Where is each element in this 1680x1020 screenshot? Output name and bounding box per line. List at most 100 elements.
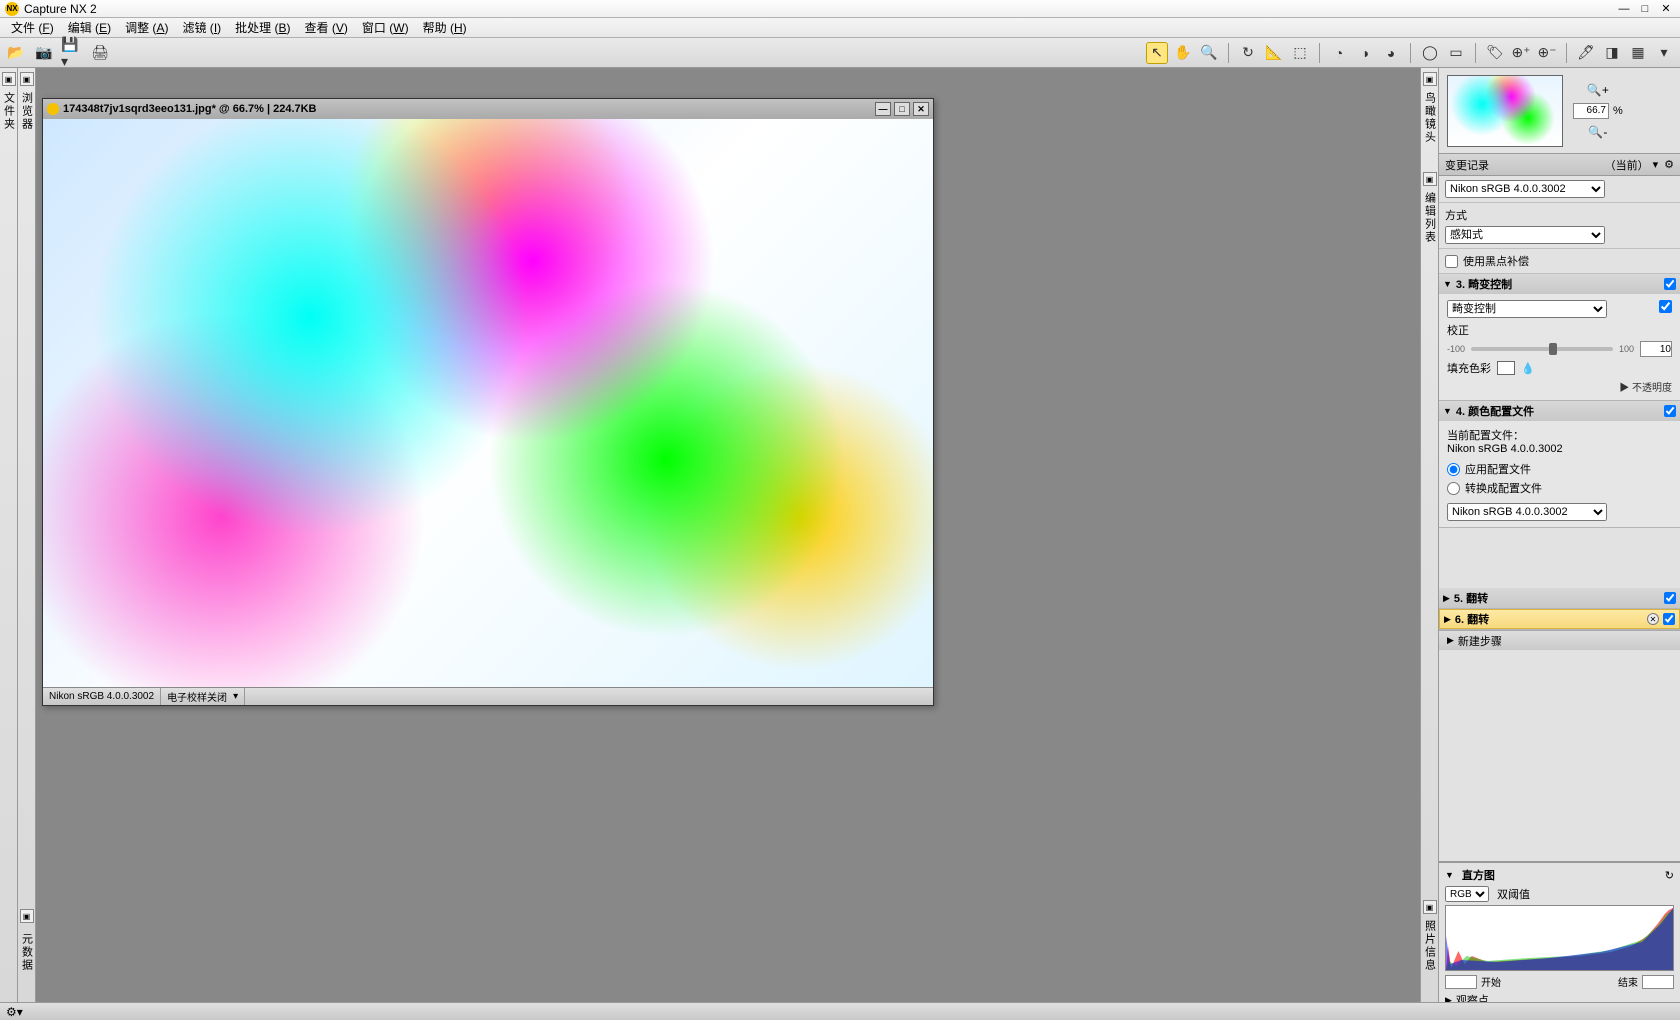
rail-collapse-icon[interactable]: ▣ (20, 909, 34, 923)
collapse-icon[interactable]: ▼ (1445, 870, 1454, 880)
zoom-input[interactable] (1573, 103, 1609, 119)
doc-close-button[interactable]: ✕ (913, 102, 929, 116)
refresh-icon[interactable]: ↻ (1665, 869, 1674, 882)
correction-value[interactable] (1640, 341, 1672, 357)
correction-slider[interactable] (1471, 347, 1613, 351)
doc-maximize-button[interactable]: □ (894, 102, 910, 116)
window-maximize-button[interactable]: □ (1636, 2, 1654, 16)
eyedropper-icon[interactable]: 💧 (1521, 362, 1535, 375)
step-3-header[interactable]: ▼ 3. 畸变控制 (1439, 274, 1680, 294)
plus-point-tool[interactable]: ⊕⁺ (1510, 42, 1532, 64)
collapse-icon[interactable]: ▼ (1443, 279, 1452, 289)
rotate-tool[interactable]: ↻ (1237, 42, 1259, 64)
brush-tool[interactable]: 🖊 (1575, 42, 1597, 64)
step-5-header[interactable]: ▶ 5. 翻转 (1439, 588, 1680, 608)
step-5-title: 5. 翻转 (1454, 590, 1488, 606)
menu-help[interactable]: 帮助 (H) (417, 17, 473, 38)
apply-profile-radio[interactable]: 应用配置文件 (1447, 461, 1672, 477)
menu-batch[interactable]: 批处理 (B) (229, 17, 296, 38)
method-select[interactable]: 感知式 (1445, 226, 1605, 244)
dropdown-icon[interactable]: ▾ (1653, 158, 1659, 171)
rail-collapse-icon[interactable]: ▣ (20, 72, 34, 86)
fill-tool[interactable]: ▦ (1627, 42, 1649, 64)
zoom-tool[interactable]: 🔍 (1198, 42, 1220, 64)
crop-tool[interactable]: ⬚ (1289, 42, 1311, 64)
rail-collapse-icon[interactable]: ▣ (1423, 72, 1437, 86)
settings-gear-icon[interactable]: ⚙▾ (6, 1005, 23, 1019)
rail-collapse-icon[interactable]: ▣ (1423, 900, 1437, 914)
histogram-chart[interactable] (1445, 905, 1674, 971)
rail-collapse-icon[interactable]: ▣ (2, 72, 16, 86)
document-titlebar[interactable]: 174348t7jv1sqrd3eeo131.jpg* @ 66.7% | 22… (43, 99, 933, 119)
step-4-enable-check[interactable] (1664, 405, 1676, 417)
dual-threshold-label[interactable]: 双阈值 (1497, 886, 1530, 902)
step-3-type-select[interactable]: 畸变控制 (1447, 300, 1607, 318)
step-3-enable-check[interactable] (1664, 278, 1676, 290)
blackpoint-check[interactable] (1445, 255, 1458, 268)
save-button[interactable]: 💾▾ (61, 42, 83, 64)
expand-icon[interactable]: ▶ (1443, 593, 1450, 604)
more-tool[interactable]: ▾ (1653, 42, 1675, 64)
menu-window[interactable]: 窗口 (W) (356, 17, 415, 38)
step-4-header[interactable]: ▼ 4. 颜色配置文件 (1439, 401, 1680, 421)
opacity-link[interactable]: ▶ 不透明度 (1447, 379, 1672, 394)
white-point-tool[interactable]: ◕ (1380, 42, 1402, 64)
hist-start-input[interactable] (1445, 975, 1477, 989)
document-image[interactable] (43, 119, 933, 687)
straighten-tool[interactable]: 📐 (1263, 42, 1285, 64)
zoom-out-icon[interactable]: 🔍- (1588, 125, 1607, 139)
menu-file[interactable]: 文件 (F) (5, 17, 60, 38)
black-point-tool[interactable]: ◔ (1328, 42, 1350, 64)
toolbar: 📂 📷 💾▾ 🖨 ↖ ✋ 🔍 ↻ 📐 ⬚ ◔ ◑ ◕ ◯ ▭ 🏷 ⊕⁺ ⊕⁻ 🖊… (0, 38, 1680, 68)
rail-tab-metadata[interactable]: 元数据 (19, 933, 35, 972)
status-profile[interactable]: Nikon sRGB 4.0.0.3002 (43, 688, 161, 705)
rail-tab-birdeye[interactable]: 鸟瞰镜头 (1422, 92, 1438, 144)
gear-icon[interactable]: ⚙ (1664, 158, 1674, 171)
neutral-point-tool[interactable]: ◑ (1354, 42, 1376, 64)
document-title: 174348t7jv1sqrd3eeo131.jpg* @ 66.7% | 22… (63, 103, 317, 115)
hand-tool[interactable]: ✋ (1172, 42, 1194, 64)
step-5-enable-check[interactable] (1664, 592, 1676, 604)
step-3-sub-check[interactable] (1659, 300, 1672, 313)
histogram-channel-select[interactable]: RGB (1445, 886, 1489, 902)
window-minimize-button[interactable]: — (1615, 2, 1633, 16)
fill-color-swatch[interactable] (1497, 361, 1515, 375)
fill-label: 填充色彩 (1447, 360, 1491, 376)
minus-point-tool[interactable]: ⊕⁻ (1536, 42, 1558, 64)
step-6-delete-button[interactable]: ✕ (1647, 613, 1659, 625)
edit-history-label: 变更记录 (1445, 157, 1489, 173)
rail-tab-browser[interactable]: 浏览器 (19, 92, 35, 131)
menu-view[interactable]: 查看 (V) (299, 17, 354, 38)
step-6-header[interactable]: ▶ 6. 翻转 ✕ (1439, 609, 1680, 629)
window-close-button[interactable]: ✕ (1657, 2, 1675, 16)
rail-tab-folders[interactable]: 文件夹 (1, 92, 17, 131)
tag-tool[interactable]: 🏷 (1484, 42, 1506, 64)
new-step-button[interactable]: ▶ 新建步骤 (1439, 630, 1680, 650)
collapse-icon[interactable]: ▼ (1443, 406, 1452, 416)
lasso-tool[interactable]: ◯ (1419, 42, 1441, 64)
step-3-title: 3. 畸变控制 (1456, 276, 1512, 292)
birdeye-thumbnail[interactable] (1447, 75, 1563, 147)
menu-filter[interactable]: 滤镜 (I) (176, 17, 227, 38)
rail-collapse-icon[interactable]: ▣ (1423, 172, 1437, 186)
arrow-tool[interactable]: ↖ (1146, 42, 1168, 64)
profile-select[interactable]: Nikon sRGB 4.0.0.3002 (1445, 180, 1605, 198)
step-4-profile-select[interactable]: Nikon sRGB 4.0.0.3002 (1447, 503, 1607, 521)
gradient-tool[interactable]: ◨ (1601, 42, 1623, 64)
hist-end-input[interactable] (1642, 975, 1674, 989)
convert-profile-radio[interactable]: 转换成配置文件 (1447, 480, 1672, 496)
doc-minimize-button[interactable]: — (875, 102, 891, 116)
rail-tab-photoinfo[interactable]: 照片信息 (1422, 920, 1438, 972)
zoom-in-icon[interactable]: 🔍+ (1587, 83, 1609, 97)
selection-tool[interactable]: ▭ (1445, 42, 1467, 64)
blackpoint-checkbox[interactable]: 使用黑点补偿 (1445, 253, 1674, 269)
camera-button[interactable]: 📷 (33, 42, 55, 64)
rail-tab-editlist[interactable]: 编辑列表 (1422, 192, 1438, 244)
expand-icon[interactable]: ▶ (1444, 614, 1451, 625)
print-button[interactable]: 🖨 (89, 42, 111, 64)
menu-adjust[interactable]: 调整 (A) (119, 17, 174, 38)
step-6-enable-check[interactable] (1663, 613, 1675, 625)
menubar: 文件 (F) 编辑 (E) 调整 (A) 滤镜 (I) 批处理 (B) 查看 (… (0, 18, 1680, 38)
open-button[interactable]: 📂 (5, 42, 27, 64)
status-softproof[interactable]: 电子校样关闭 ▾ (161, 688, 245, 705)
